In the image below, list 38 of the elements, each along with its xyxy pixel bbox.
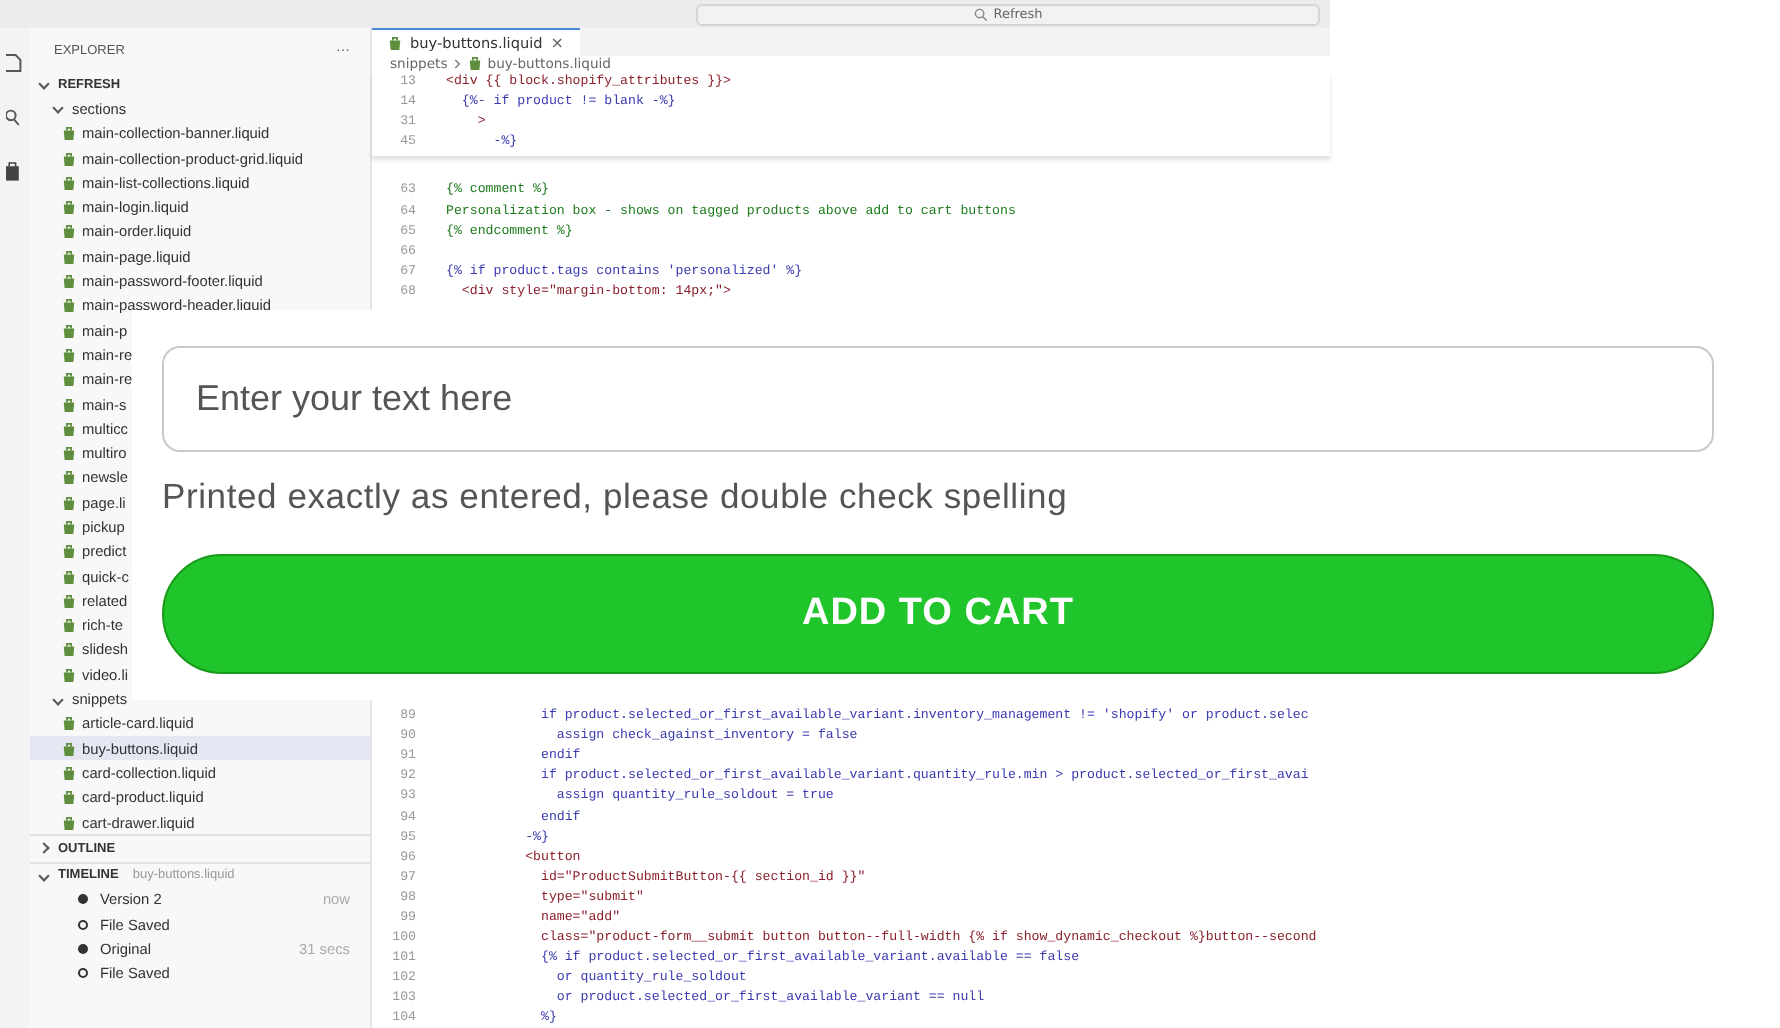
- close-tab-button[interactable]: ×: [550, 33, 564, 52]
- file-icon: [62, 323, 76, 338]
- file-icon: [62, 446, 76, 461]
- file-icon: [62, 618, 76, 633]
- file-icon: [62, 175, 76, 190]
- file-icon: [62, 716, 76, 731]
- search-icon: [973, 7, 988, 21]
- file-icon: [62, 421, 76, 436]
- file-icon: [467, 56, 482, 71]
- file-icon: [62, 741, 76, 756]
- file-icon: [62, 544, 76, 559]
- file-icon: [62, 470, 76, 485]
- file-icon: [62, 519, 76, 534]
- file-icon: [62, 790, 76, 805]
- file-icon: [62, 274, 76, 289]
- bag-icon[interactable]: [6, 160, 22, 182]
- search-icon[interactable]: [6, 106, 22, 128]
- file-icon: [62, 593, 76, 608]
- file-icon: [62, 151, 76, 166]
- helper-text: Printed exactly as entered, please double check spelling: [162, 476, 1070, 518]
- file-icon: [62, 765, 76, 780]
- files-icon[interactable]: [6, 52, 22, 74]
- file-icon: [62, 200, 76, 215]
- file-icon: [62, 667, 76, 682]
- chevron-right-icon: [453, 57, 462, 70]
- file-icon: [62, 298, 76, 313]
- file-icon: [62, 569, 76, 584]
- file-icon: [62, 372, 76, 387]
- file-icon: [62, 249, 76, 264]
- file-icon: [62, 397, 76, 411]
- file-icon: [62, 642, 76, 657]
- file-icon: [388, 35, 402, 50]
- text-input-field[interactable]: Enter your text here: [162, 346, 1714, 452]
- file-icon: [62, 126, 76, 141]
- file-icon: [62, 815, 76, 830]
- file-icon: [62, 224, 76, 239]
- file-icon: [62, 495, 76, 510]
- file-icon: [62, 347, 76, 362]
